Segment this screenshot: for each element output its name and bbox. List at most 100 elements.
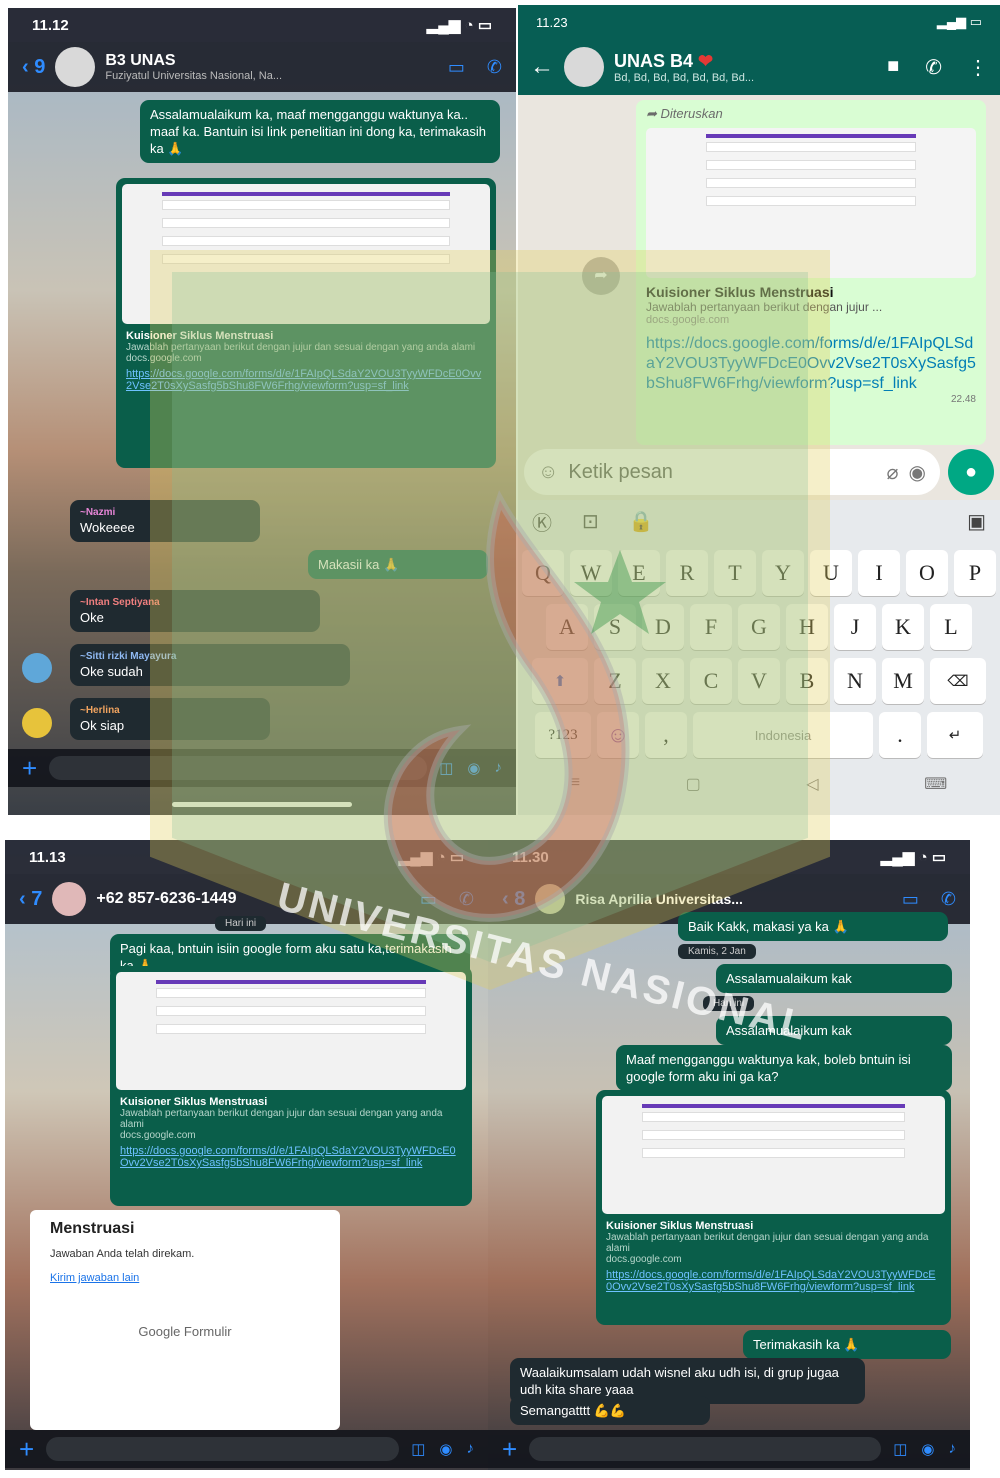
more-options-icon[interactable]: ⋮ (968, 55, 988, 80)
form-link[interactable]: https://docs.google.com/forms/d/e/1FAIpQ… (646, 334, 976, 394)
home-icon[interactable]: ▢ (686, 774, 701, 794)
back-button[interactable]: ‹ 9 (22, 56, 45, 79)
kika-icon[interactable]: Ⓚ (532, 507, 552, 536)
video-call-icon[interactable]: ■ (887, 55, 899, 80)
message-input[interactable] (49, 756, 428, 780)
outgoing-message[interactable]: Assalamualaikum kak (716, 1016, 952, 1046)
emoji-key[interactable]: ☺ (597, 712, 639, 758)
incoming-message[interactable]: ~Intan Septiyana Oke (70, 590, 320, 633)
microphone-icon[interactable]: ♪ (467, 1440, 475, 1458)
key-d[interactable]: D (642, 604, 684, 650)
phone-icon[interactable]: ✆ (941, 889, 956, 910)
space-key[interactable]: Indonesia (693, 712, 873, 758)
form-link[interactable]: https://docs.google.com/forms/d/e/1FAIpQ… (110, 1141, 472, 1173)
contact-avatar[interactable] (52, 882, 87, 916)
outgoing-message[interactable]: Maaf mengganggu waktunya kak, boleb bntu… (616, 1045, 952, 1092)
microphone-icon[interactable]: ♪ (495, 759, 503, 777)
form-link[interactable]: https://docs.google.com/forms/d/e/1FAIpQ… (596, 1265, 951, 1297)
sender-avatar[interactable] (22, 653, 52, 683)
video-call-icon[interactable]: ▭ (420, 889, 437, 910)
plus-icon[interactable]: + (19, 1434, 34, 1465)
outgoing-message[interactable]: Assalamualaikum ka, maaf mengganggu wakt… (140, 100, 500, 164)
key-f[interactable]: F (690, 604, 732, 650)
back-icon[interactable]: ◁ (806, 774, 818, 794)
camera-icon[interactable]: ◉ (467, 759, 480, 777)
group-avatar[interactable] (564, 47, 604, 87)
plus-icon[interactable]: + (502, 1434, 517, 1465)
key-n[interactable]: N (834, 658, 876, 704)
phone-icon[interactable]: ✆ (459, 889, 474, 910)
key-u[interactable]: U (810, 550, 852, 596)
key-y[interactable]: Y (762, 550, 804, 596)
key-z[interactable]: Z (594, 658, 636, 704)
key-m[interactable]: M (882, 658, 924, 704)
key-b[interactable]: B (786, 658, 828, 704)
enter-key[interactable]: ↵ (927, 712, 983, 758)
chat-title[interactable]: UNAS B4 ❤ (614, 51, 754, 72)
camera-icon[interactable]: ◉ (921, 1440, 934, 1458)
key-w[interactable]: W (570, 550, 612, 596)
phone-icon[interactable]: ✆ (925, 55, 942, 80)
video-call-icon[interactable]: ▭ (448, 57, 465, 78)
forwarded-message[interactable]: ➦ Diteruskan Kuisioner Siklus Menstruasi… (636, 100, 986, 445)
form-link-card[interactable]: Kuisioner Siklus Menstruasi Jawablah per… (116, 178, 496, 468)
outgoing-message[interactable]: Makasii ka 🙏 (308, 550, 488, 580)
recent-apps-icon[interactable]: ≡ (571, 774, 580, 794)
key-a[interactable]: A (546, 604, 588, 650)
incoming-message[interactable]: Semangatttt 💪💪 (510, 1396, 710, 1426)
key-v[interactable]: V (738, 658, 780, 704)
shift-key[interactable]: ⬆ (532, 658, 588, 704)
key-t[interactable]: T (714, 550, 756, 596)
forward-button[interactable]: ➦ (582, 257, 620, 295)
message-input[interactable] (46, 1437, 400, 1461)
outgoing-message[interactable]: Baik Kakk, makasi ya ka 🙏 (678, 912, 948, 942)
incoming-message[interactable]: ~Herlina Ok siap (70, 698, 270, 741)
back-button[interactable]: ‹ 7 (19, 888, 42, 911)
key-j[interactable]: J (834, 604, 876, 650)
sticker-icon[interactable]: ◫ (893, 1440, 907, 1458)
microphone-button[interactable]: ● (948, 449, 994, 495)
camera-icon[interactable]: ◉ (909, 460, 926, 485)
backspace-key[interactable]: ⌫ (930, 658, 986, 704)
emoji-icon[interactable]: ☺ (538, 461, 558, 484)
key-i[interactable]: I (858, 550, 900, 596)
phone-icon[interactable]: ✆ (487, 57, 502, 78)
key-h[interactable]: H (786, 604, 828, 650)
crop-icon[interactable]: ⊡ (582, 509, 599, 534)
plus-icon[interactable]: + (22, 753, 37, 784)
key-p[interactable]: P (954, 550, 996, 596)
back-arrow-icon[interactable]: ← (530, 53, 554, 81)
sticker-icon[interactable]: ◫ (439, 759, 453, 777)
key-r[interactable]: R (666, 550, 708, 596)
video-call-icon[interactable]: ▭ (902, 889, 919, 910)
chat-title[interactable]: Risa Aprilia Universitas... (575, 891, 743, 907)
key-q[interactable]: Q (522, 550, 564, 596)
key-s[interactable]: S (594, 604, 636, 650)
message-input[interactable] (529, 1437, 882, 1461)
submit-another-link[interactable]: Kirim jawaban lain (50, 1272, 320, 1284)
contact-avatar[interactable] (535, 884, 566, 914)
form-link-card[interactable]: Kuisioner Siklus Menstruasi Jawablah per… (596, 1090, 951, 1325)
attach-icon[interactable]: ⌀ (887, 460, 899, 485)
lock-icon[interactable]: 🔒 (629, 509, 654, 534)
chat-title[interactable]: +62 857-6236-1449 (96, 890, 236, 908)
message-input[interactable]: ☺ Ketik pesan ⌀ ◉ (524, 449, 940, 495)
sticker-icon[interactable]: ◫ (411, 1440, 425, 1458)
group-avatar[interactable] (55, 47, 96, 87)
incoming-message[interactable]: ~Nazmi Wokeeee (70, 500, 260, 543)
back-button[interactable]: ‹ 8 (502, 888, 525, 911)
comma-key[interactable]: , (645, 712, 687, 758)
period-key[interactable]: . (879, 712, 921, 758)
keyboard-icon[interactable]: ⌨ (924, 774, 947, 794)
outgoing-message[interactable]: Assalamualaikum kak (716, 964, 952, 994)
key-o[interactable]: O (906, 550, 948, 596)
key-e[interactable]: E (618, 550, 660, 596)
sender-avatar[interactable] (22, 708, 52, 738)
chat-title[interactable]: B3 UNAS (105, 52, 282, 70)
microphone-icon[interactable]: ♪ (949, 1440, 957, 1458)
key-k[interactable]: K (882, 604, 924, 650)
incoming-message[interactable]: ~Sitti rizki Mayayura Oke sudah (70, 644, 350, 687)
camera-icon[interactable]: ◉ (439, 1440, 452, 1458)
key-g[interactable]: G (738, 604, 780, 650)
form-link[interactable]: https://docs.google.com/forms/d/e/1FAIpQ… (116, 364, 496, 396)
